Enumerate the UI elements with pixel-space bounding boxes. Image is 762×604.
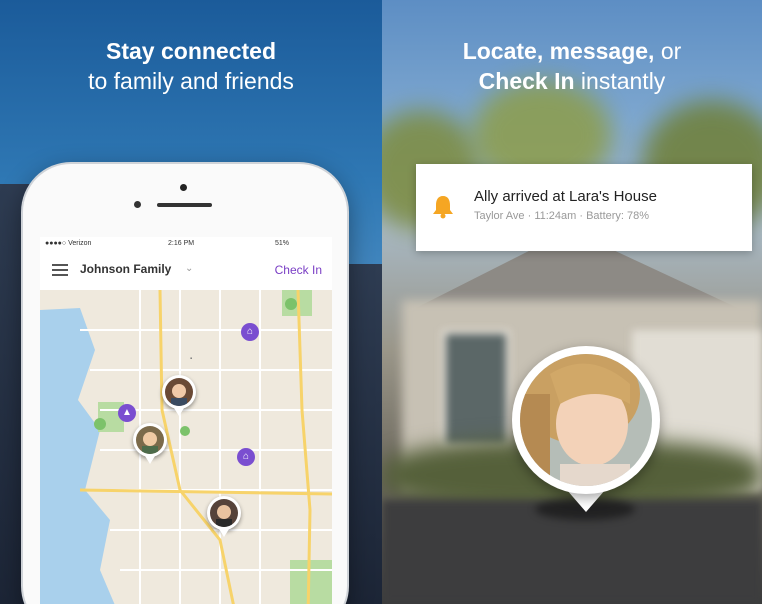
headline-text: instantly	[574, 68, 666, 94]
chevron-down-icon[interactable]: ⌄	[185, 263, 193, 274]
arrival-notification[interactable]: Ally arrived at Lara's House Taylor Ave …	[416, 164, 752, 251]
map-view[interactable]: ▪ ⌂ ▲ ⌂	[40, 289, 332, 604]
status-bar: ●●●●○ Verizon 2:16 PM 51%	[40, 237, 332, 252]
house-window	[442, 330, 510, 448]
map-label: ▪	[190, 356, 192, 362]
check-in-button[interactable]: Check In	[275, 263, 322, 277]
status-carrier: ●●●●○ Verizon	[45, 240, 92, 247]
notification-title: Ally arrived at Lara's House	[474, 188, 657, 205]
right-headline: Locate, message, or Check In instantly	[382, 36, 762, 96]
avatar	[136, 426, 164, 454]
school-icon[interactable]: ▲	[118, 404, 136, 422]
status-battery: 51%	[275, 240, 290, 247]
phone-mockup: ●●●●○ Verizon 2:16 PM 51% Johnson Family…	[23, 164, 347, 604]
left-panel: Stay connected to family and friends ●●●…	[0, 0, 382, 604]
menu-icon[interactable]	[52, 264, 68, 276]
headline-emphasis: Locate, message,	[462, 38, 655, 64]
right-headline-line1: Locate, message, or	[382, 36, 762, 66]
home-icon[interactable]: ⌂	[241, 323, 259, 341]
member-avatar[interactable]	[133, 423, 167, 464]
avatar	[210, 499, 238, 527]
group-selector[interactable]: Johnson Family	[80, 262, 171, 276]
app-store-screenshot: Stay connected to family and friends ●●●…	[0, 0, 762, 604]
phone-screen: ●●●●○ Verizon 2:16 PM 51% Johnson Family…	[40, 237, 332, 604]
avatar	[520, 354, 652, 486]
right-panel: Locate, message, or Check In instantly A…	[382, 0, 762, 604]
place-icon[interactable]	[180, 426, 190, 436]
map-graphic: ▪	[40, 289, 332, 604]
left-headline: Stay connected to family and friends	[0, 36, 382, 96]
place-icon[interactable]	[94, 418, 106, 430]
headline-emphasis: Check In	[478, 68, 575, 94]
phone-sensor	[134, 201, 141, 208]
home-icon[interactable]: ⌂	[237, 448, 255, 466]
member-avatar[interactable]	[162, 375, 196, 416]
member-location-pin[interactable]	[512, 346, 660, 494]
headline-text: or	[654, 38, 682, 64]
place-icon[interactable]	[285, 298, 297, 310]
left-headline-line2: to family and friends	[88, 68, 294, 94]
phone-camera	[180, 184, 187, 191]
phone-speaker	[157, 203, 212, 207]
left-headline-line1: Stay connected	[106, 38, 276, 64]
status-time: 2:16 PM	[168, 240, 195, 247]
member-avatar[interactable]	[207, 496, 241, 537]
right-headline-line2: Check In instantly	[382, 66, 762, 96]
avatar	[165, 378, 193, 406]
notification-subtitle: Taylor Ave · 11:24am · Battery: 78%	[474, 210, 650, 222]
bell-icon	[433, 196, 453, 219]
nav-bar: Johnson Family ⌄ Check In	[40, 252, 332, 291]
